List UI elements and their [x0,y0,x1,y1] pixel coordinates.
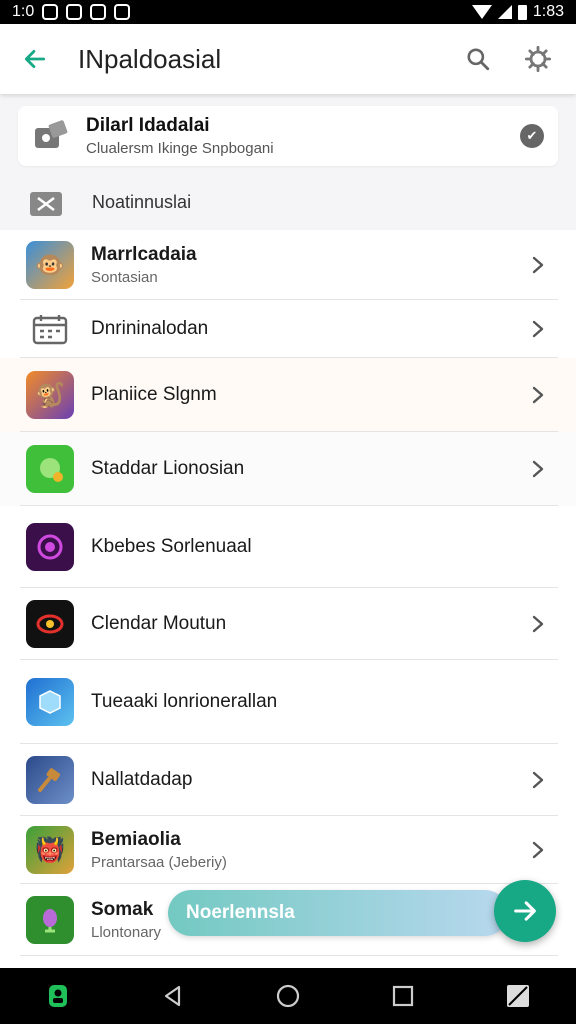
green-app-icon [26,445,74,493]
gear-icon [524,45,552,73]
plant-app-icon [26,896,74,944]
list-item[interactable]: 🐒 Planiice Slgnm [0,358,576,432]
status-time-left: 1:0 [12,3,35,20]
list-item-texts: Clendar Moutun [91,613,518,635]
list-item[interactable]: 🐵 Marrlcadaia Sontasian [0,230,576,300]
circle-home-icon [276,984,300,1008]
list-item[interactable]: Nallatdadap [0,744,576,816]
monkey-app-icon: 🐵 [26,241,74,289]
rotate-nav-button[interactable] [488,968,548,1024]
account-card[interactable]: Dilarl Idadalai Clualersm Ikinge Snpboga… [18,106,558,166]
dark-app-icon [26,600,74,648]
section-header[interactable]: Noatinnuslai [0,174,576,230]
list-item-title: Planiice Slgnm [91,384,217,405]
list-item-title: Bemiaolia [91,829,181,850]
list-item-subtitle: Sontasian [91,269,158,286]
list-item-title: Kbebes Sorlenuaal [91,536,252,557]
app-list: 🐵 Marrlcadaia Sontasian Dnrininalodan 🐒 … [0,230,576,968]
check-icon[interactable]: ✔ [520,124,544,148]
next-fab-button[interactable] [494,880,556,942]
list-item[interactable]: Staddar Lionosian [0,432,576,506]
list-item-texts: Bemiaolia Prantarsaa (Jeberiy) [91,829,518,871]
list-item-texts: Dnrininalodan [91,318,518,340]
app-bar: INpaldoasial [0,24,576,94]
page-title: INpaldoasial [78,43,222,74]
status-right: 1:83 [471,3,564,21]
chevron-right-icon [518,830,558,870]
game-app-icon: 🐒 [26,371,74,419]
search-icon [467,48,490,71]
message-icon [30,192,62,216]
avatar-notification-icon [114,4,131,20]
list-item-texts: Nallatdadap [91,769,518,791]
back-button[interactable] [0,24,70,94]
purple-app-icon [26,523,74,571]
search-button[interactable] [448,24,508,94]
signal-icon [497,5,512,19]
square-recents-icon [393,985,414,1007]
notification-icon [42,4,59,20]
action-pill[interactable]: Noerlennsla [168,890,508,936]
rotate-icon [507,985,530,1007]
assistant-icon [48,985,67,1007]
list-item-texts: Marrlcadaia Sontasian [91,244,518,286]
list-item[interactable]: Dnrininalodan [0,300,576,358]
action-pill-label: Noerlennsla [186,902,295,923]
chevron-right-icon [518,375,558,415]
assistant-button[interactable] [28,968,88,1024]
wifi-icon [471,5,492,19]
triangle-back-icon [164,985,180,1007]
account-card-subtitle: Clualersm Ikinge Snpbogani [86,140,274,157]
list-item-title: Nallatdadap [91,769,193,790]
list-item-texts: Staddar Lionosian [91,458,518,480]
back-nav-button[interactable] [143,968,203,1024]
list-item[interactable]: Kbebes Sorlenuaal [0,506,576,588]
chevron-right-icon [518,604,558,644]
arrow-left-icon [24,50,46,68]
status-left: 1:0 [12,3,131,21]
home-nav-button[interactable] [258,968,318,1024]
account-card-texts: Dilarl Idadalai Clualersm Ikinge Snpboga… [86,115,520,157]
list-item-texts: Planiice Slgnm [91,384,518,406]
settings-button[interactable] [508,24,568,94]
recents-nav-button[interactable] [373,968,433,1024]
list-item-title: Staddar Lionosian [91,458,245,479]
list-item-title: Dnrininalodan [91,318,209,339]
status-bar: 1:0 1:83 [0,0,576,24]
status-time: 1:83 [532,3,564,20]
chevron-right-icon [518,449,558,489]
section-label: Noatinnuslai [92,191,192,212]
account-card-title: Dilarl Idadalai [86,115,210,136]
list-item-title: Tueaaki lonrionerallan [91,691,278,712]
list-item[interactable]: Clendar Moutun [0,588,576,660]
list-item[interactable]: 👹 Bemiaolia Prantarsaa (Jeberiy) [0,816,576,884]
content-area: Dilarl Idadalai Clualersm Ikinge Snpboga… [0,94,576,968]
cube-app-icon [26,678,74,726]
list-item-title: Clendar Moutun [91,613,227,634]
monster-app-icon: 👹 [26,826,74,874]
list-item-texts: Kbebes Sorlenuaal [91,536,576,558]
list-item-subtitle: Prantarsaa (Jeberiy) [91,854,227,871]
eye-icon [66,4,83,20]
chevron-right-icon [518,760,558,800]
hammer-app-icon [26,756,74,804]
app-notification-icon [90,4,107,20]
device-icon [35,120,68,148]
list-item[interactable]: Tueaaki lonrionerallan [0,660,576,744]
list-item-texts: Tueaaki lonrionerallan [91,691,576,713]
chevron-right-icon [518,245,558,285]
chevron-right-icon [518,309,558,349]
battery-icon [517,4,527,20]
system-nav-bar [0,968,576,1024]
calendar-icon [26,305,74,353]
arrow-right-icon [514,901,536,921]
list-item-title: Marrlcadaia [91,244,197,265]
